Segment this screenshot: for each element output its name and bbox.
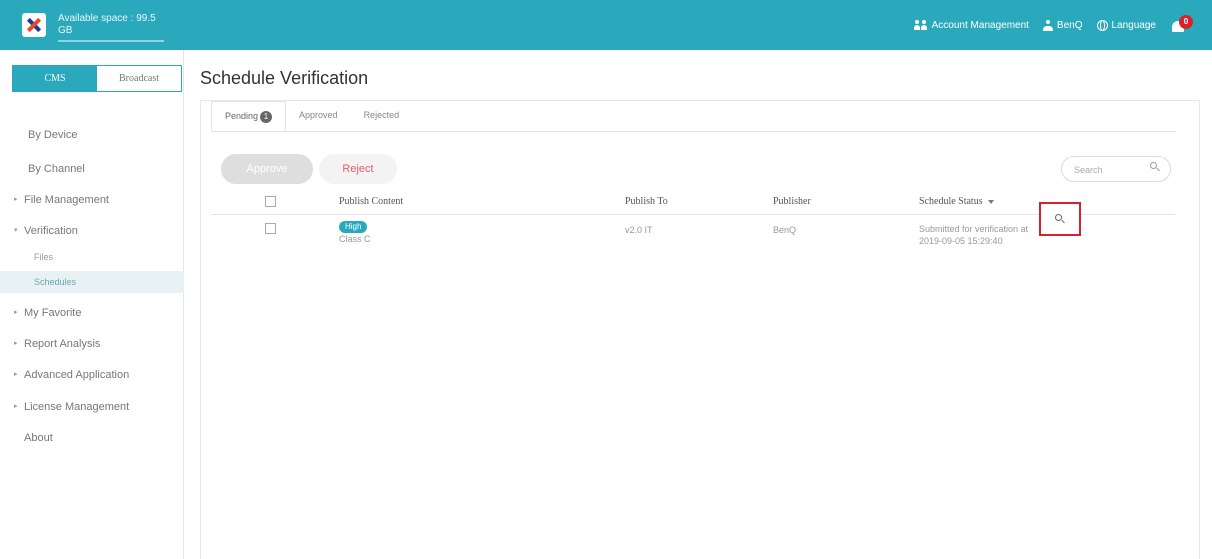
row-checkbox[interactable] — [265, 223, 276, 234]
view-details-button[interactable] — [1039, 202, 1081, 236]
app-logo-icon — [22, 13, 46, 37]
table-row: High Class C v2.0 IT BenQ Submitted for … — [211, 217, 1175, 257]
sidebar-item-about[interactable]: About — [0, 425, 184, 451]
column-publish-to: Publish To — [625, 196, 668, 207]
tab-rejected[interactable]: Rejected — [351, 101, 413, 131]
row-status-time: 2019-09-05 15:29:40 — [919, 236, 1003, 246]
sidebar-item-by-channel[interactable]: By Channel — [0, 156, 184, 182]
notification-bell-icon[interactable]: 0 — [1170, 14, 1193, 36]
mode-broadcast-button[interactable]: Broadcast — [97, 66, 181, 91]
account-management-link[interactable]: Account Management — [913, 19, 1029, 31]
caret-right-icon: ▸ — [14, 371, 18, 378]
user-label: BenQ — [1056, 19, 1083, 31]
priority-badge: High — [339, 221, 368, 233]
approve-button[interactable]: Approve — [221, 154, 313, 184]
row-publish-to: v2.0 IT — [625, 225, 653, 235]
caret-right-icon: ▸ — [14, 196, 18, 203]
user-menu[interactable]: BenQ — [1042, 19, 1083, 31]
tabs-divider — [211, 131, 1175, 132]
top-bar: Available space : 99.5 GB Account Manage… — [0, 0, 1212, 50]
tab-pending[interactable]: Pending 1 — [211, 101, 287, 131]
row-content: Class C — [339, 234, 371, 244]
language-menu[interactable]: Language — [1096, 19, 1157, 31]
page-title: Schedule Verification — [200, 68, 369, 88]
mode-switch: CMS Broadcast — [12, 65, 182, 92]
sidebar-item-my-favorite[interactable]: ▸ My Favorite — [0, 300, 184, 326]
mode-cms-button[interactable]: CMS — [13, 66, 97, 91]
available-space-bar — [58, 40, 164, 42]
column-schedule-status[interactable]: Schedule Status — [919, 196, 994, 207]
sidebar-subitem-schedules[interactable]: Schedules — [0, 271, 184, 293]
sidebar-item-by-device[interactable]: By Device — [0, 122, 184, 148]
tab-approved[interactable]: Approved — [286, 101, 351, 131]
caret-right-icon: ▸ — [14, 340, 18, 347]
caret-down-icon: ▾ — [14, 227, 18, 234]
account-management-label: Account Management — [931, 19, 1029, 31]
select-all-checkbox[interactable] — [265, 196, 276, 207]
users-icon — [913, 20, 928, 30]
language-label: Language — [1111, 19, 1157, 31]
search-icon[interactable] — [1150, 162, 1160, 172]
sidebar-item-verification[interactable]: ▾ Verification — [0, 218, 184, 244]
sidebar: CMS Broadcast By Device By Channel ▸ Fil… — [0, 50, 184, 559]
pending-count-badge: 1 — [260, 110, 273, 123]
caret-right-icon: ▸ — [14, 309, 18, 316]
status-tabs: Pending 1 Approved Rejected — [211, 101, 412, 131]
search-input[interactable] — [1074, 162, 1144, 177]
row-publisher: BenQ — [773, 225, 797, 235]
sidebar-subitem-files[interactable]: Files — [0, 246, 184, 268]
sort-caret-down-icon — [987, 199, 994, 204]
top-nav: Account Management BenQ Language 0 — [913, 14, 1193, 36]
search-box — [1061, 156, 1171, 182]
caret-right-icon: ▸ — [14, 403, 18, 410]
row-status-text: Submitted for verification at — [919, 224, 1029, 234]
available-space-text: Available space : 99.5 GB — [58, 13, 156, 36]
column-publisher: Publisher — [773, 196, 811, 207]
notification-count-badge: 0 — [1179, 15, 1193, 29]
table-header: Publish Content Publish To Publisher Sch… — [211, 189, 1175, 215]
sidebar-item-file-management[interactable]: ▸ File Management — [0, 187, 184, 213]
column-publish-content: Publish Content — [339, 196, 404, 207]
globe-icon — [1096, 19, 1108, 31]
verification-panel: Pending 1 Approved Rejected Approve Rejec… — [200, 100, 1200, 559]
sidebar-item-report-analysis[interactable]: ▸ Report Analysis — [0, 331, 184, 357]
sidebar-item-advanced-application[interactable]: ▸ Advanced Application — [0, 362, 184, 388]
reject-button[interactable]: Reject — [319, 154, 397, 184]
user-icon — [1042, 19, 1053, 31]
magnifier-icon — [1055, 214, 1065, 224]
sidebar-item-license-management[interactable]: ▸ License Management — [0, 394, 184, 420]
